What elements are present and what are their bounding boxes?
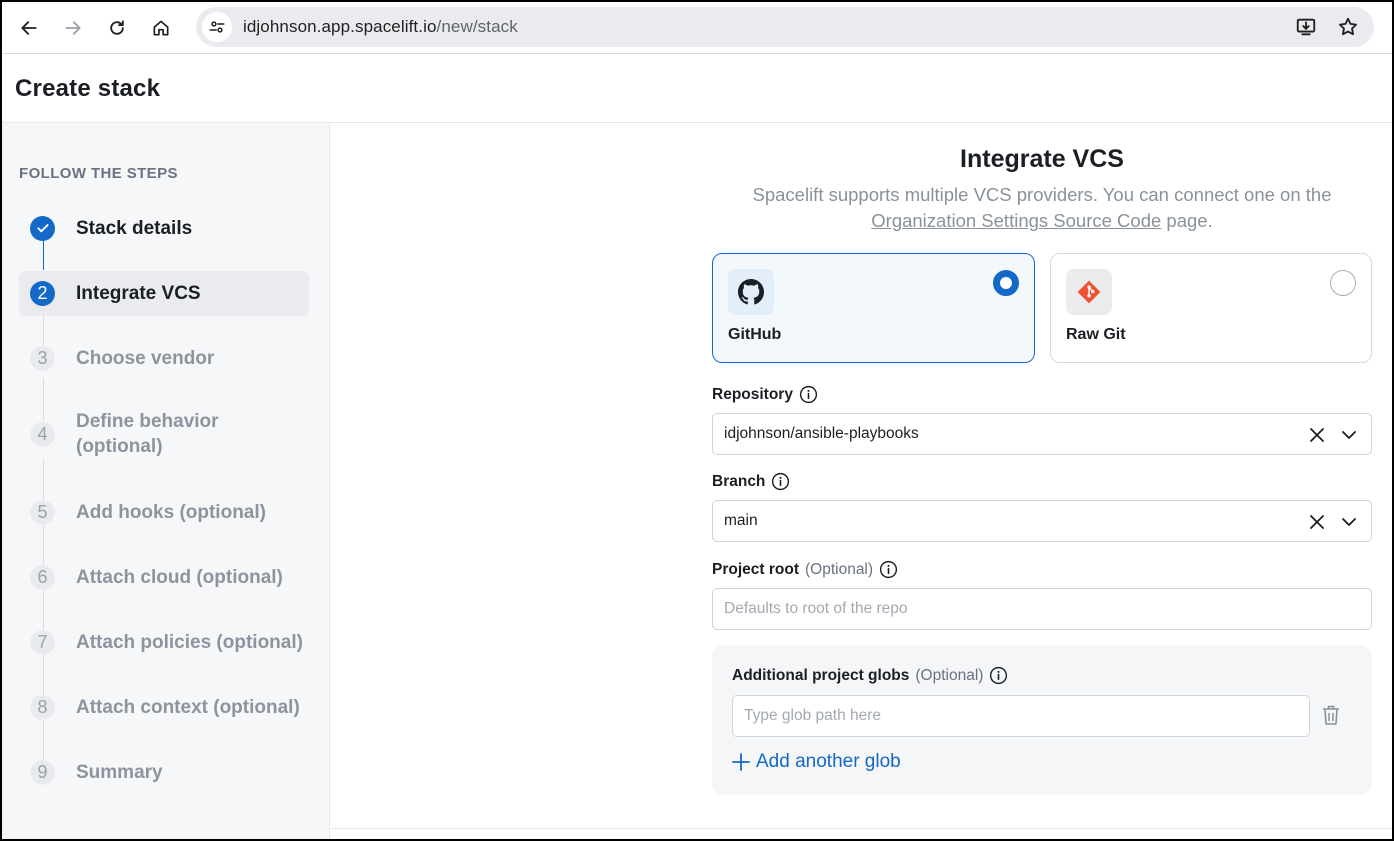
project-root-input[interactable]: Defaults to root of the repo <box>712 588 1372 630</box>
repository-select[interactable]: idjohnson/ansible-playbooks <box>712 413 1372 455</box>
step-stack-details[interactable]: Stack details <box>19 205 309 251</box>
vcs-option-raw-git[interactable]: Raw Git <box>1050 253 1372 363</box>
reload-icon <box>110 19 124 35</box>
step-number: 5 <box>30 499 55 525</box>
step-label: Choose vendor <box>76 347 215 369</box>
install-app-button[interactable] <box>1292 13 1320 41</box>
step-number: 6 <box>30 564 55 590</box>
browser-toolbar: idjohnson.app.spacelift.io/new/stack <box>2 2 1392 54</box>
step-label: Define behavior (optional) <box>76 411 219 457</box>
github-icon <box>728 269 774 315</box>
home-button[interactable] <box>139 8 183 48</box>
install-icon <box>1296 18 1316 36</box>
step-number: 2 <box>30 281 55 306</box>
project-root-label: Project root (Optional) <box>712 560 898 579</box>
arrow-right-icon <box>65 20 81 35</box>
step-number: 7 <box>30 629 55 655</box>
step-label: Stack details <box>76 217 193 239</box>
section-subtitle: Spacelift supports multiple VCS provider… <box>712 182 1372 234</box>
step-number: 8 <box>30 694 55 720</box>
app-window: idjohnson.app.spacelift.io/new/stack Cre… <box>0 0 1394 841</box>
branch-value: main <box>724 512 758 529</box>
info-icon[interactable] <box>799 385 818 404</box>
trash-icon[interactable] <box>1320 702 1342 728</box>
step-number: 9 <box>30 759 55 785</box>
chevron-down-icon[interactable] <box>1339 425 1359 445</box>
optional-hint: (Optional) <box>804 560 874 578</box>
add-glob-button[interactable]: Add another glob <box>732 751 901 773</box>
vcs-option-label: Raw Git <box>1066 326 1126 343</box>
section-title: Integrate VCS <box>960 145 1124 173</box>
glob-placeholder: Type glob path here <box>744 707 882 724</box>
step-attach-cloud[interactable]: 6 Attach cloud (optional) <box>19 554 309 600</box>
reload-button[interactable] <box>95 8 139 48</box>
arrow-left-icon <box>21 20 37 35</box>
info-icon[interactable] <box>989 666 1008 685</box>
step-label: Attach context (optional) <box>76 696 300 718</box>
step-label: Integrate VCS <box>76 283 201 304</box>
clear-icon[interactable] <box>1307 425 1327 445</box>
steps-title: FOLLOW THE STEPS <box>19 165 178 182</box>
info-icon[interactable] <box>771 472 790 491</box>
clear-icon[interactable] <box>1307 512 1327 532</box>
back-button[interactable] <box>7 8 51 48</box>
site-info-button[interactable] <box>202 12 232 42</box>
project-globs-panel: Additional project globs (Optional) Type… <box>712 645 1372 795</box>
step-summary[interactable]: 9 Summary <box>19 749 309 795</box>
vcs-option-label: GitHub <box>728 326 782 343</box>
globs-label: Additional project globs (Optional) <box>732 666 1008 685</box>
step-number: 4 <box>30 421 55 447</box>
glob-path-input[interactable]: Type glob path here <box>732 695 1310 737</box>
check-icon <box>30 215 55 241</box>
branch-select[interactable]: main <box>712 500 1372 542</box>
repository-value: idjohnson/ansible-playbooks <box>724 425 919 442</box>
project-root-label-text: Project root <box>712 560 799 578</box>
tune-icon <box>209 21 225 33</box>
git-icon <box>1066 269 1112 315</box>
url-host: idjohnson.app.spacelift.io <box>243 17 437 36</box>
steps-sidebar: FOLLOW THE STEPS Stack details 2 Integra… <box>2 123 330 839</box>
step-add-hooks[interactable]: 5 Add hooks (optional) <box>19 489 309 535</box>
step-attach-policies[interactable]: 7 Attach policies (optional) <box>19 619 309 665</box>
optional-hint: (Optional) <box>915 666 984 684</box>
org-settings-link[interactable]: Organization Settings Source Code <box>871 210 1161 231</box>
branch-label-text: Branch <box>712 472 766 490</box>
globs-label-text: Additional project globs <box>732 666 910 684</box>
plus-icon <box>732 753 750 771</box>
add-glob-label: Add another glob <box>756 751 901 772</box>
step-label: Add hooks (optional) <box>76 501 266 523</box>
main-content: Integrate VCS Spacelift supports multipl… <box>331 123 1392 829</box>
chevron-down-icon[interactable] <box>1339 512 1359 532</box>
subtitle-text: Spacelift supports multiple VCS provider… <box>752 184 1332 205</box>
radio-selected[interactable] <box>993 270 1019 296</box>
project-root-placeholder: Defaults to root of the repo <box>724 600 908 617</box>
url-text: idjohnson.app.spacelift.io/new/stack <box>243 17 518 37</box>
step-label: Attach policies (optional) <box>76 631 303 653</box>
step-choose-vendor[interactable]: 3 Choose vendor <box>19 335 309 381</box>
info-icon[interactable] <box>879 560 898 579</box>
step-define-behavior[interactable]: 4 Define behavior (optional) <box>19 409 309 459</box>
page-header: Create stack <box>2 55 1392 123</box>
radio-unselected[interactable] <box>1330 270 1356 296</box>
forward-button[interactable] <box>51 8 95 48</box>
vcs-option-github[interactable]: GitHub <box>712 253 1035 363</box>
star-icon <box>1339 17 1357 36</box>
step-label: Attach cloud (optional) <box>76 566 283 588</box>
repository-label-text: Repository <box>712 385 793 403</box>
step-number: 3 <box>30 345 55 371</box>
step-integrate-vcs[interactable]: 2 Integrate VCS <box>19 271 309 316</box>
url-path: /new/stack <box>436 17 518 36</box>
subtitle-suffix: page. <box>1166 210 1213 231</box>
page-title: Create stack <box>15 74 161 102</box>
branch-label: Branch <box>712 472 790 491</box>
bookmark-button[interactable] <box>1334 13 1362 41</box>
step-label: Summary <box>76 761 163 783</box>
address-bar[interactable]: idjohnson.app.spacelift.io/new/stack <box>196 7 1374 47</box>
step-attach-context[interactable]: 8 Attach context (optional) <box>19 684 309 730</box>
repository-label: Repository <box>712 385 818 404</box>
home-icon <box>153 20 169 36</box>
